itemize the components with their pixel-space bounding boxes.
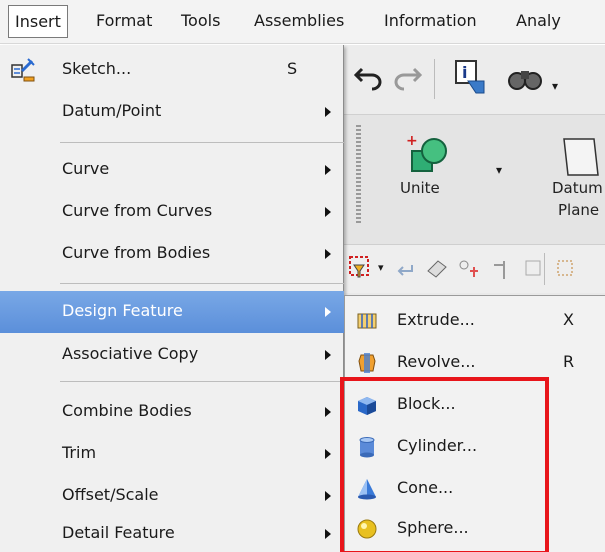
menu-item-label: Datum/Point — [62, 101, 162, 120]
shortcut-label: X — [563, 310, 574, 329]
menu-item-label: Design Feature — [62, 301, 183, 320]
toolbar-divider — [544, 253, 545, 285]
snap-point-icon[interactable] — [456, 257, 482, 281]
redo-icon[interactable] — [392, 67, 422, 93]
menu-item-label: Curve — [62, 159, 110, 178]
submenu-arrow-icon — [325, 249, 331, 259]
information-icon[interactable]: i — [454, 59, 488, 97]
toolbar-divider — [434, 59, 435, 99]
menu-item-label: Offset/Scale — [62, 485, 159, 504]
svg-text:i: i — [462, 63, 467, 82]
menu-item-curve[interactable]: Curve — [0, 149, 344, 191]
menu-item-label: Sketch... — [62, 59, 132, 78]
menu-separator — [60, 142, 344, 143]
menu-item-curve-from-bodies[interactable]: Curve from Bodies — [0, 233, 344, 275]
submenu-arrow-icon — [325, 350, 331, 360]
toolbar-area: i ▾ + Unite ▾ Datum Plane ▾ — [344, 45, 605, 295]
highlight-annotation-box — [340, 377, 549, 552]
extrude-icon — [357, 313, 377, 329]
eraser-icon[interactable] — [424, 257, 450, 279]
datum-plane-label-2[interactable]: Plane — [558, 201, 599, 219]
menu-item-offset-scale[interactable]: Offset/Scale — [0, 475, 344, 517]
menu-format[interactable]: Format — [90, 10, 158, 34]
menu-item-design-feature[interactable]: Design Feature — [0, 291, 344, 333]
submenu-arrow-icon — [325, 307, 331, 317]
toolbar-row-quick: i ▾ — [344, 45, 605, 115]
submenu-arrow-icon — [325, 491, 331, 501]
submenu-arrow-icon — [325, 407, 331, 417]
snap-midpoint-icon[interactable] — [522, 257, 544, 279]
menu-item-trim[interactable]: Trim — [0, 433, 344, 475]
menu-item-combine-bodies[interactable]: Combine Bodies — [0, 391, 344, 433]
binoculars-icon[interactable] — [506, 63, 546, 95]
submenu-item-label: Revolve... — [397, 352, 476, 371]
submenu-arrow-icon — [325, 165, 331, 175]
menu-analysis[interactable]: Analy — [510, 10, 567, 34]
menu-item-label: Curve from Curves — [62, 201, 213, 220]
unite-label[interactable]: Unite — [400, 179, 440, 197]
menu-item-datum-point[interactable]: Datum/Point — [0, 91, 344, 133]
revolve-icon — [358, 353, 376, 373]
datum-plane-label[interactable]: Datum — [552, 179, 603, 197]
menu-item-label: Combine Bodies — [62, 401, 192, 420]
menu-item-curve-from-curves[interactable]: Curve from Curves — [0, 191, 344, 233]
snap-line-icon[interactable] — [490, 257, 516, 281]
chevron-down-icon[interactable]: ▾ — [552, 79, 558, 93]
toolbar-row-selection: ▾ — [344, 245, 605, 293]
shortcut-label: S — [287, 59, 298, 78]
shortcut-label: R — [563, 352, 575, 371]
submenu-item-label: Extrude... — [397, 310, 475, 329]
menu-item-associative-copy[interactable]: Associative Copy — [0, 334, 344, 376]
menu-insert[interactable]: Insert — [8, 5, 68, 38]
menu-information[interactable]: Information — [378, 10, 483, 34]
submenu-item-extrude[interactable]: Extrude... X — [345, 300, 605, 342]
chevron-down-icon[interactable]: ▾ — [378, 261, 384, 274]
menu-item-sketch[interactable]: Sketch... S — [0, 49, 344, 91]
menu-item-label: Associative Copy — [62, 344, 199, 363]
menu-assemblies[interactable]: Assemblies — [248, 10, 350, 34]
svg-text:+: + — [406, 133, 418, 149]
undo-icon[interactable] — [354, 67, 384, 93]
toolbar-row-features: + Unite ▾ Datum Plane — [344, 115, 605, 245]
submenu-arrow-icon — [325, 529, 331, 539]
insert-menu: Sketch... S Datum/Point Curve Curve from… — [0, 45, 344, 552]
menu-bar: Insert Format Tools Assemblies Informati… — [0, 0, 605, 44]
selection-filter-icon[interactable] — [348, 255, 376, 281]
menu-separator — [60, 381, 344, 382]
submenu-arrow-icon — [325, 449, 331, 459]
menu-item-detail-feature[interactable]: Detail Feature — [0, 513, 344, 552]
snap-box-icon[interactable] — [554, 257, 576, 279]
chevron-down-icon[interactable]: ▾ — [496, 163, 502, 177]
sketch-icon — [11, 58, 35, 82]
submenu-arrow-icon — [325, 207, 331, 217]
menu-item-label: Detail Feature — [62, 523, 175, 542]
submenu-arrow-icon — [325, 107, 331, 117]
toolbar-grip — [356, 125, 361, 225]
menu-item-label: Trim — [62, 443, 97, 462]
unite-icon[interactable]: + — [406, 133, 450, 177]
back-arrow-icon[interactable] — [394, 259, 416, 279]
datum-plane-icon[interactable] — [558, 135, 602, 179]
menu-separator — [60, 283, 344, 284]
menu-tools[interactable]: Tools — [175, 10, 226, 34]
menu-item-label: Curve from Bodies — [62, 243, 211, 262]
